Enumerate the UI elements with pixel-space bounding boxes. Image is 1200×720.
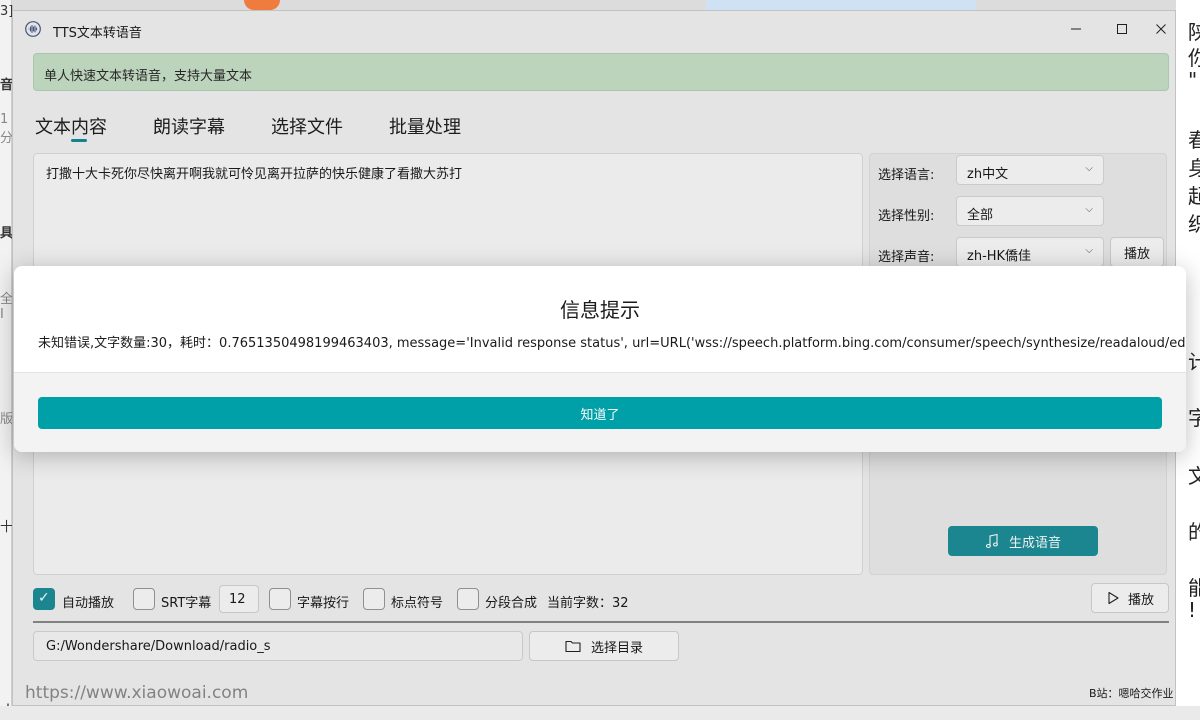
background-app-badge bbox=[244, 0, 280, 10]
bg-right-char: 计 bbox=[1188, 350, 1200, 374]
bg-right-char: 能 bbox=[1188, 576, 1200, 600]
bg-right-char: " bbox=[1188, 68, 1198, 92]
bg-right-char: 织 bbox=[1188, 212, 1200, 236]
info-dialog: 信息提示 未知错误,文字数量:30，耗时：0.76513504981994634… bbox=[14, 266, 1186, 452]
bg-right-char: 身 bbox=[1188, 156, 1200, 180]
background-window-bottom bbox=[0, 706, 1200, 720]
bg-right-char: 陕 bbox=[1188, 20, 1200, 44]
acknowledge-button[interactable]: 知道了 bbox=[38, 397, 1162, 429]
background-window-left: 3] 音 1分 具 全I 版 十 大... bbox=[0, 0, 31, 720]
dialog-footer: 知道了 bbox=[14, 372, 1186, 452]
bg-right-char: 文 bbox=[1188, 464, 1200, 488]
dialog-title: 信息提示 bbox=[560, 298, 640, 322]
bg-right-char: ! bbox=[1188, 598, 1197, 622]
bg-right-char: 起 bbox=[1188, 184, 1200, 208]
bg-right-char: 的 bbox=[1188, 520, 1200, 544]
background-app-banner bbox=[706, 0, 976, 10]
bg-right-char: 字 bbox=[1188, 406, 1200, 430]
bg-right-char: 春 bbox=[1188, 128, 1200, 152]
bg-right-char: 你 bbox=[1188, 46, 1200, 70]
dialog-message: 未知错误,文字数量:30，耗时：0.7651350498199463403, m… bbox=[38, 336, 1186, 351]
